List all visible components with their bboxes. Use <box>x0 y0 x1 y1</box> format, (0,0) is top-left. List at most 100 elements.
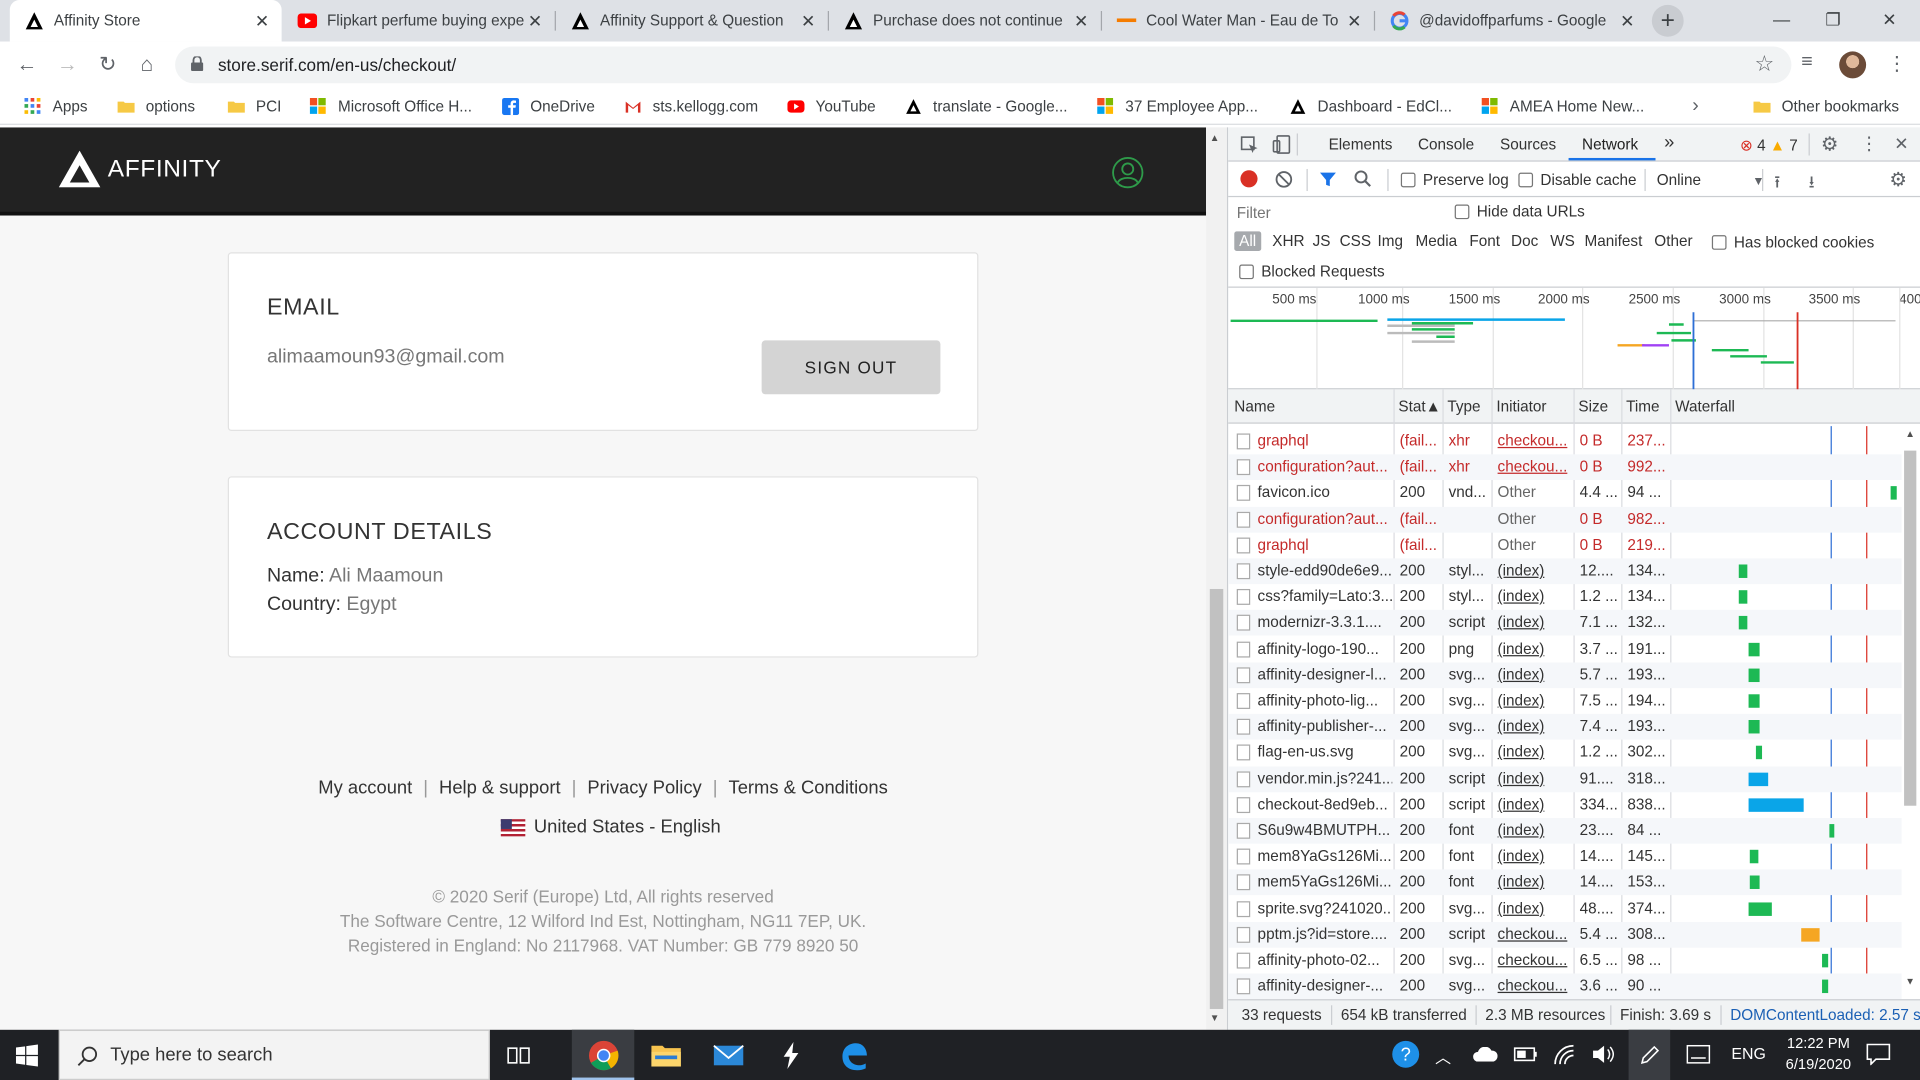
table-scroll-down-icon[interactable]: ▼ <box>1905 976 1915 987</box>
sign-out-button[interactable]: SIGN OUT <box>761 340 941 395</box>
reload-icon[interactable]: ↻ <box>93 51 122 80</box>
type-filter-ws[interactable]: WS <box>1550 233 1575 250</box>
waterfall-bar[interactable] <box>1748 720 1761 734</box>
column-time-header[interactable]: Time <box>1626 398 1659 415</box>
page-scrollbar[interactable]: ▲ ▼ <box>1206 127 1227 1030</box>
filter-funnel-icon[interactable] <box>1319 170 1337 188</box>
waterfall-bar[interactable] <box>1748 798 1804 812</box>
row-initiator[interactable]: (index) <box>1498 848 1574 865</box>
minimize-icon[interactable]: — <box>1753 0 1809 42</box>
column-waterfall-header[interactable]: Waterfall <box>1675 398 1735 415</box>
row-initiator[interactable]: (index) <box>1498 614 1574 631</box>
table-row[interactable]: graphql (fail... Other 0 B 219... <box>1228 532 1901 558</box>
devtools-tab-network[interactable]: Network <box>1582 136 1638 153</box>
table-row[interactable]: affinity-designer-l... 200 svg... (index) 5.… <box>1228 662 1902 688</box>
type-filter-all[interactable]: All <box>1234 231 1262 252</box>
type-filter-img[interactable]: Img <box>1378 233 1404 250</box>
clear-icon[interactable] <box>1275 170 1293 188</box>
new-tab-button[interactable]: + <box>1651 4 1684 37</box>
bookmark-onedrive[interactable]: OneDrive <box>502 96 595 118</box>
table-row[interactable]: sprite.svg?241020... 200 svg... (index) 48..… <box>1228 896 1901 922</box>
table-row[interactable]: mem5YaGs126Mi... 200 font (index) 14.... 153.… <box>1228 869 1902 896</box>
file-explorer-icon[interactable] <box>650 1040 682 1072</box>
device-toolbar-icon[interactable] <box>1272 135 1291 155</box>
profile-avatar[interactable] <box>1839 51 1867 79</box>
home-icon[interactable]: ⌂ <box>132 51 161 80</box>
input-language-indicator[interactable]: ENG <box>1731 1044 1765 1062</box>
reading-list-icon[interactable]: ≡ <box>1801 51 1812 73</box>
network-settings-gear-icon[interactable]: ⚙ <box>1889 168 1907 192</box>
type-filter-other[interactable]: Other <box>1654 233 1692 250</box>
waterfall-bar[interactable] <box>1739 616 1748 630</box>
table-row[interactable]: favicon.ico 200 vnd... Other 4.4 ... 94 ... <box>1228 480 1901 506</box>
footer-link-privacy[interactable]: Privacy Policy <box>587 778 701 799</box>
edge-icon[interactable] <box>838 1040 870 1072</box>
waterfall-bar[interactable] <box>1829 824 1834 838</box>
menu-kebab-icon[interactable]: ⋮ <box>1887 51 1907 75</box>
row-initiator[interactable]: (index) <box>1498 692 1574 709</box>
table-row[interactable]: affinity-logo-190... 200 png (index) 3.7 ...… <box>1228 636 1901 662</box>
restore-icon[interactable]: ❐ <box>1805 0 1861 42</box>
row-initiator[interactable]: checkou... <box>1498 432 1574 449</box>
table-row[interactable]: S6u9w4BMUTPH... 200 font (index) 23.... 84 ..… <box>1228 817 1902 844</box>
user-account-icon[interactable] <box>1112 157 1144 189</box>
row-initiator[interactable]: (index) <box>1498 744 1574 761</box>
table-row[interactable]: mem8YaGs126Mi... 200 font (index) 14.... 145.… <box>1228 844 1901 870</box>
bookmark-apps[interactable]: Apps <box>24 96 88 118</box>
notifications-icon[interactable] <box>1866 1043 1891 1066</box>
row-initiator[interactable]: (index) <box>1498 796 1574 813</box>
row-initiator[interactable]: checkou... <box>1498 977 1574 994</box>
waterfall-bar[interactable] <box>1748 642 1761 656</box>
settings-gear-icon[interactable]: ⚙ <box>1821 132 1839 156</box>
back-icon[interactable]: ← <box>12 51 41 80</box>
column-status-header[interactable]: Stat▲ <box>1398 398 1440 415</box>
tab-affinity-support[interactable]: Affinity Support & Question ✕ <box>556 0 828 42</box>
forward-icon[interactable]: → <box>53 51 82 80</box>
windows-start-icon[interactable] <box>15 1044 38 1067</box>
search-icon[interactable] <box>1353 169 1373 189</box>
table-row[interactable]: graphql (fail... xhr checkou... 0 B 237... <box>1228 429 1901 455</box>
close-tab-icon[interactable]: ✕ <box>1071 10 1091 31</box>
onedrive-cloud-icon[interactable] <box>1473 1046 1498 1062</box>
inspect-element-icon[interactable] <box>1240 136 1258 154</box>
help-icon[interactable]: ? <box>1391 1040 1420 1069</box>
pen-workspace-icon[interactable] <box>1638 1044 1660 1066</box>
table-scroll-up-icon[interactable]: ▲ <box>1905 429 1915 440</box>
close-tab-icon[interactable]: ✕ <box>1344 10 1364 31</box>
bookmark-options[interactable]: options <box>117 96 195 118</box>
export-har-icon[interactable]: ⭳ <box>1809 169 1815 198</box>
network-overview-timeline[interactable]: 500 ms 1000 ms 1500 ms 2000 ms 2500 ms 3000 m… <box>1228 287 1920 390</box>
bookmark-other[interactable]: Other bookmarks <box>1753 96 1899 118</box>
waterfall-bar[interactable] <box>1800 927 1820 942</box>
tab-purchase[interactable]: Purchase does not continue ✕ <box>829 0 1101 42</box>
taskbar-clock[interactable]: 12:22 PM 6/19/2020 <box>1776 1033 1862 1075</box>
footer-link-terms[interactable]: Terms & Conditions <box>729 778 888 799</box>
bookmarks-overflow-chevron-icon[interactable]: › <box>1692 96 1699 118</box>
waterfall-bar[interactable] <box>1755 746 1763 760</box>
filter-input[interactable] <box>1230 200 1437 225</box>
table-row[interactable]: pptm.js?id=store.... 200 script checkou... 5… <box>1228 921 1902 948</box>
row-initiator[interactable]: (index) <box>1498 822 1574 839</box>
waterfall-bar[interactable] <box>1750 875 1760 890</box>
type-filter-doc[interactable]: Doc <box>1511 233 1538 250</box>
column-name-header[interactable]: Name <box>1234 398 1275 415</box>
close-tab-icon[interactable]: ✕ <box>1618 10 1638 31</box>
table-row[interactable]: vendor.min.js?241... 200 script (index) 91..… <box>1228 766 1902 792</box>
waterfall-bar[interactable] <box>1748 901 1772 916</box>
waterfall-bar[interactable] <box>1750 850 1759 864</box>
table-row[interactable]: affinity-designer-... 200 svg... checkou...… <box>1228 973 1902 1000</box>
more-tabs-icon[interactable]: » <box>1664 132 1674 153</box>
waterfall-bar[interactable] <box>1748 772 1769 786</box>
hide-data-urls-checkbox[interactable]: Hide data URLs <box>1454 203 1585 220</box>
table-row[interactable]: modernizr-3.3.1.... 200 script (index) 7.1 .… <box>1228 610 1902 636</box>
task-view-icon[interactable] <box>507 1044 531 1066</box>
type-filter-manifest[interactable]: Manifest <box>1584 233 1642 250</box>
type-filter-font[interactable]: Font <box>1469 233 1500 250</box>
row-initiator[interactable]: (index) <box>1498 640 1574 657</box>
table-row[interactable]: css?family=Lato:3... 200 styl... (index) 1.2… <box>1228 584 1901 610</box>
waterfall-bar[interactable] <box>1890 486 1897 501</box>
devtools-menu-kebab-icon[interactable]: ⋮ <box>1860 132 1878 154</box>
lightning-app-icon[interactable] <box>775 1040 807 1072</box>
chrome-icon[interactable] <box>588 1040 620 1072</box>
affinity-logo[interactable]: AFFINITY <box>58 150 222 188</box>
